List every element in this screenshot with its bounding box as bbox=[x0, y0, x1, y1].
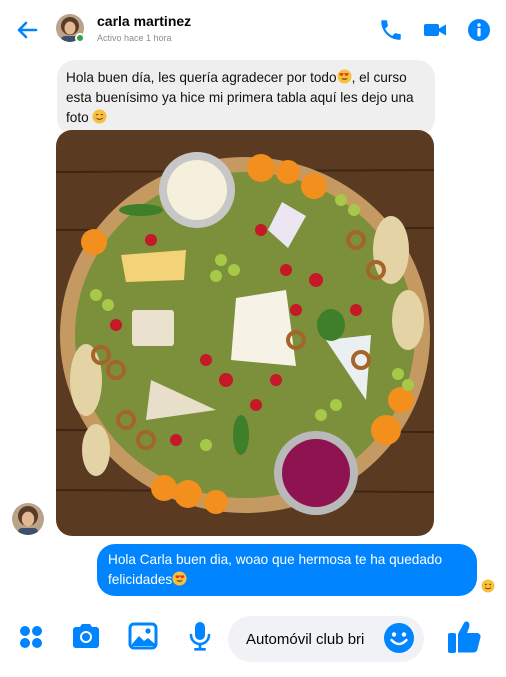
outgoing-message-text: Hola Carla buen dia, woao que hermosa te… bbox=[108, 552, 443, 587]
video-camera-icon[interactable] bbox=[422, 17, 448, 43]
online-indicator bbox=[75, 33, 85, 43]
info-icon[interactable] bbox=[466, 17, 492, 43]
microphone-icon[interactable] bbox=[185, 620, 215, 652]
contact-name[interactable]: carla martinez bbox=[97, 13, 191, 29]
contact-avatar-small[interactable] bbox=[12, 503, 44, 535]
emoji-icon[interactable] bbox=[383, 622, 415, 654]
seen-emoji-icon bbox=[481, 579, 495, 593]
outgoing-message-bubble[interactable]: Hola Carla buen dia, woao que hermosa te… bbox=[97, 544, 477, 596]
camera-icon[interactable] bbox=[71, 620, 101, 652]
incoming-message-text: Hola buen día, les quería agradecer por … bbox=[66, 70, 337, 85]
incoming-message-bubble[interactable]: Hola buen día, les quería agradecer por … bbox=[57, 60, 435, 136]
smiling-emoji-icon bbox=[92, 109, 107, 124]
charcuterie-board-image bbox=[56, 130, 434, 536]
heart-eyes-emoji-icon bbox=[337, 69, 352, 84]
message-input[interactable] bbox=[246, 616, 386, 662]
gallery-icon[interactable] bbox=[128, 620, 158, 652]
phone-icon[interactable] bbox=[378, 17, 404, 43]
back-arrow-icon[interactable] bbox=[14, 17, 40, 43]
shared-photo[interactable] bbox=[56, 130, 434, 536]
conversation-header: carla martinez Activo hace 1 hora bbox=[0, 0, 506, 58]
thumbs-up-icon[interactable] bbox=[446, 618, 482, 656]
contact-status: Activo hace 1 hora bbox=[97, 33, 172, 43]
apps-grid-icon[interactable] bbox=[16, 620, 46, 652]
heart-eyes-emoji-icon bbox=[172, 571, 187, 586]
